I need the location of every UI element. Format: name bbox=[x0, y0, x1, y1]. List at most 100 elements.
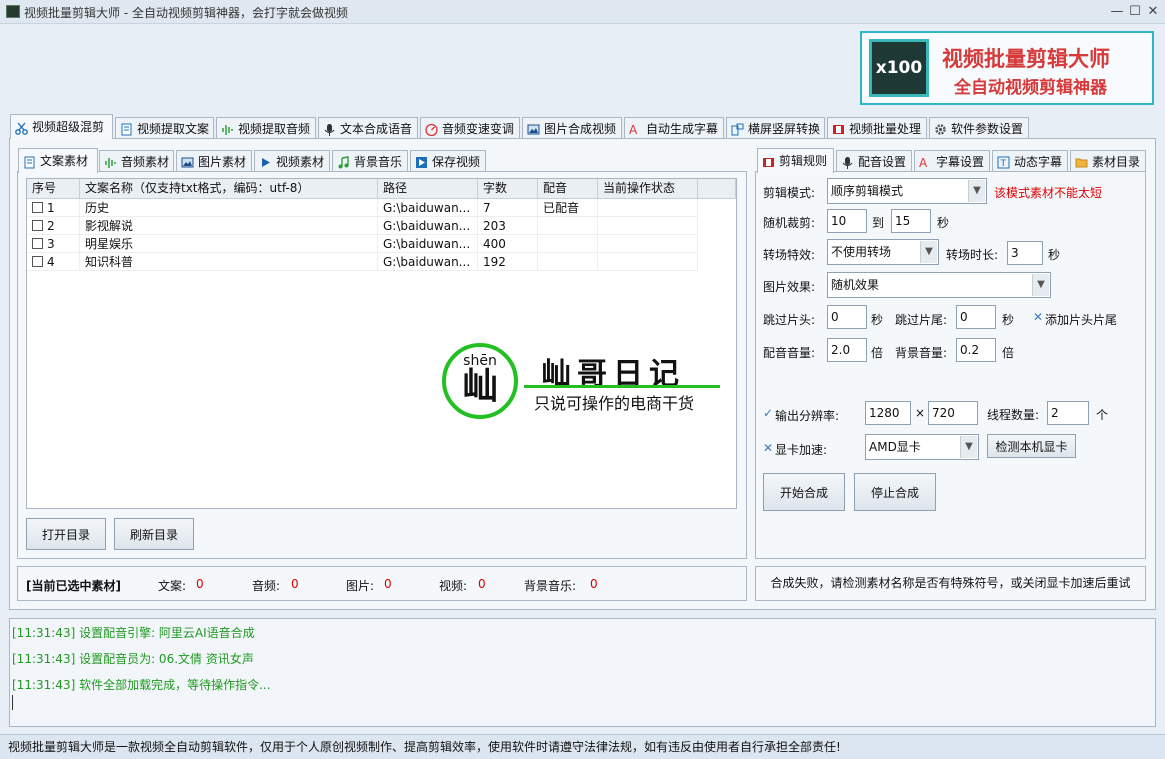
subtab-save-video[interactable]: 保存视频 bbox=[410, 150, 486, 172]
table-cell-status[interactable] bbox=[598, 253, 698, 271]
close-icon[interactable]: ✕ bbox=[1033, 310, 1043, 324]
mode-select-value: 顺序剪辑模式 bbox=[831, 184, 904, 198]
crop-to-input[interactable]: 15 bbox=[891, 209, 931, 233]
tab-label: 软件参数设置 bbox=[951, 121, 1024, 136]
righttab-dynamic-subtitle[interactable]: T 动态字幕 bbox=[992, 150, 1068, 172]
window-title: 视频批量剪辑大师 - 全自动视频剪辑神器，会打字就会做视频 bbox=[24, 6, 348, 20]
table-cell-name[interactable]: 知识科普 bbox=[80, 253, 378, 271]
row-checkbox[interactable] bbox=[32, 256, 43, 267]
threads-label: 线程数量: bbox=[987, 408, 1040, 422]
table-cell-no[interactable]: 1 bbox=[27, 199, 80, 217]
bg-volume-input[interactable]: 0.2 bbox=[956, 338, 996, 362]
tab-extract-text[interactable]: 视频提取文案 bbox=[115, 117, 214, 139]
crop-to-label: 到 bbox=[872, 216, 885, 230]
table-cell-count[interactable]: 400 bbox=[478, 235, 538, 253]
righttab-subtitle-settings[interactable]: A 字幕设置 bbox=[914, 150, 990, 172]
tab-label: 自动生成字幕 bbox=[646, 121, 719, 136]
tab-label: 视频批量处理 bbox=[849, 121, 922, 136]
righttab-dub-settings[interactable]: 配音设置 bbox=[836, 150, 912, 172]
col-header-name[interactable]: 文案名称（仅支持txt格式，编码：utf-8） bbox=[80, 179, 378, 199]
table-cell-name[interactable]: 影视解说 bbox=[80, 217, 378, 235]
col-header-dub[interactable]: 配音 bbox=[538, 179, 598, 199]
maximize-button[interactable]: ☐ bbox=[1126, 3, 1144, 21]
table-cell-path[interactable]: G:\baiduwan... bbox=[378, 253, 478, 271]
table-cell-status[interactable] bbox=[598, 199, 698, 217]
table-cell-no[interactable]: 4 bbox=[27, 253, 80, 271]
transition-select-value: 不使用转场 bbox=[831, 245, 892, 259]
resolution-width-input[interactable]: 1280 bbox=[865, 401, 911, 425]
table-cell-no[interactable]: 2 bbox=[27, 217, 80, 235]
gpu-select[interactable]: AMD显卡 ▼ bbox=[865, 434, 979, 460]
tab-audio-speed[interactable]: 音频变速变调 bbox=[420, 117, 520, 139]
font-a-icon: A bbox=[629, 122, 642, 137]
skip-tail-label: 跳过片尾: bbox=[895, 313, 948, 327]
title-bar: 视频批量剪辑大师 - 全自动视频剪辑神器，会打字就会做视频 — ☐ ✕ bbox=[0, 0, 1165, 24]
image-effect-select[interactable]: 随机效果 ▼ bbox=[827, 272, 1051, 298]
table-cell-path[interactable]: G:\baiduwan... bbox=[378, 199, 478, 217]
crop-from-input[interactable]: 10 bbox=[827, 209, 867, 233]
righttab-label: 动态字幕 bbox=[1014, 154, 1063, 169]
table-cell-dub[interactable] bbox=[538, 235, 598, 253]
righttab-edit-rules[interactable]: 剪辑规则 bbox=[757, 148, 834, 173]
table-cell-status[interactable] bbox=[598, 217, 698, 235]
status-bar-text: 视频批量剪辑大师是一款视频全自动剪辑软件，仅用于个人原创视频制作、提高剪辑效率，… bbox=[8, 740, 841, 754]
subtab-bgm[interactable]: 背景音乐 bbox=[332, 150, 408, 172]
brand-logo: x100 bbox=[869, 39, 929, 97]
table-cell-path[interactable]: G:\baiduwan... bbox=[378, 235, 478, 253]
tab-text-to-speech[interactable]: 文本合成语音 bbox=[318, 117, 418, 139]
close-button[interactable]: ✕ bbox=[1144, 3, 1162, 21]
tab-batch-process[interactable]: 视频批量处理 bbox=[827, 117, 927, 139]
audio-wave-icon bbox=[221, 122, 234, 135]
skip-head-input[interactable]: 0 bbox=[827, 305, 867, 329]
table-cell-dub[interactable] bbox=[538, 217, 598, 235]
tab-orientation-convert[interactable]: 横屏竖屏转换 bbox=[726, 117, 825, 139]
subtab-image-material[interactable]: 图片素材 bbox=[176, 150, 252, 172]
detect-gpu-button[interactable]: 检测本机显卡 bbox=[987, 434, 1076, 458]
subtab-video-material[interactable]: 视频素材 bbox=[254, 150, 330, 172]
table-cell-path[interactable]: G:\baiduwan... bbox=[378, 217, 478, 235]
subtab-label: 视频素材 bbox=[276, 154, 325, 169]
table-cell-dub[interactable] bbox=[538, 253, 598, 271]
table-cell-no[interactable]: 3 bbox=[27, 235, 80, 253]
col-header-status[interactable]: 当前操作状态 bbox=[598, 179, 698, 199]
folder-icon bbox=[1075, 155, 1088, 168]
start-button[interactable]: 开始合成 bbox=[763, 473, 845, 511]
table-cell-status[interactable] bbox=[598, 235, 698, 253]
tab-image-to-video[interactable]: 图片合成视频 bbox=[522, 117, 622, 139]
add-head-tail-option[interactable]: 添加片头片尾 bbox=[1045, 311, 1117, 328]
skip-tail-input[interactable]: 0 bbox=[956, 305, 996, 329]
transition-select[interactable]: 不使用转场 ▼ bbox=[827, 239, 939, 265]
open-directory-button[interactable]: 打开目录 bbox=[26, 518, 106, 550]
table-cell-dub[interactable]: 已配音 bbox=[538, 199, 598, 217]
audio-count-label: 音频: bbox=[252, 579, 281, 593]
mode-select[interactable]: 顺序剪辑模式 ▼ bbox=[827, 178, 987, 204]
microphone-icon bbox=[323, 122, 336, 136]
righttab-material-dir[interactable]: 素材目录 bbox=[1070, 150, 1146, 172]
material-table[interactable]: 序号 文案名称（仅支持txt格式，编码：utf-8） 路径 字数 配音 当前操作… bbox=[26, 178, 737, 509]
log-output[interactable]: [11:31:43] 设置配音引擎: 阿里云AI语音合成 [11:31:43] … bbox=[9, 618, 1156, 727]
table-cell-count[interactable]: 7 bbox=[478, 199, 538, 217]
tab-extract-audio[interactable]: 视频提取音频 bbox=[216, 117, 316, 139]
minimize-button[interactable]: — bbox=[1108, 3, 1126, 21]
tab-auto-subtitle[interactable]: A 自动生成字幕 bbox=[624, 117, 724, 139]
table-cell-count[interactable]: 203 bbox=[478, 217, 538, 235]
refresh-directory-button[interactable]: 刷新目录 bbox=[114, 518, 194, 550]
tab-settings[interactable]: 软件参数设置 bbox=[929, 117, 1029, 139]
row-checkbox[interactable] bbox=[32, 238, 43, 249]
col-header-path[interactable]: 路径 bbox=[378, 179, 478, 199]
subtab-audio-material[interactable]: 音频素材 bbox=[99, 150, 174, 172]
col-header-no[interactable]: 序号 bbox=[27, 179, 80, 199]
resolution-height-input[interactable]: 720 bbox=[928, 401, 978, 425]
col-header-count[interactable]: 字数 bbox=[478, 179, 538, 199]
subtab-text-material[interactable]: 文案素材 bbox=[18, 148, 98, 173]
table-cell-count[interactable]: 192 bbox=[478, 253, 538, 271]
transition-duration-input[interactable]: 3 bbox=[1007, 241, 1043, 265]
row-checkbox[interactable] bbox=[32, 202, 43, 213]
table-cell-name[interactable]: 历史 bbox=[80, 199, 378, 217]
stop-button[interactable]: 停止合成 bbox=[854, 473, 936, 511]
dub-volume-input[interactable]: 2.0 bbox=[827, 338, 867, 362]
table-cell-name[interactable]: 明星娱乐 bbox=[80, 235, 378, 253]
tab-video-mix[interactable]: 视频超级混剪 bbox=[10, 114, 113, 139]
row-checkbox[interactable] bbox=[32, 220, 43, 231]
threads-input[interactable]: 2 bbox=[1047, 401, 1089, 425]
